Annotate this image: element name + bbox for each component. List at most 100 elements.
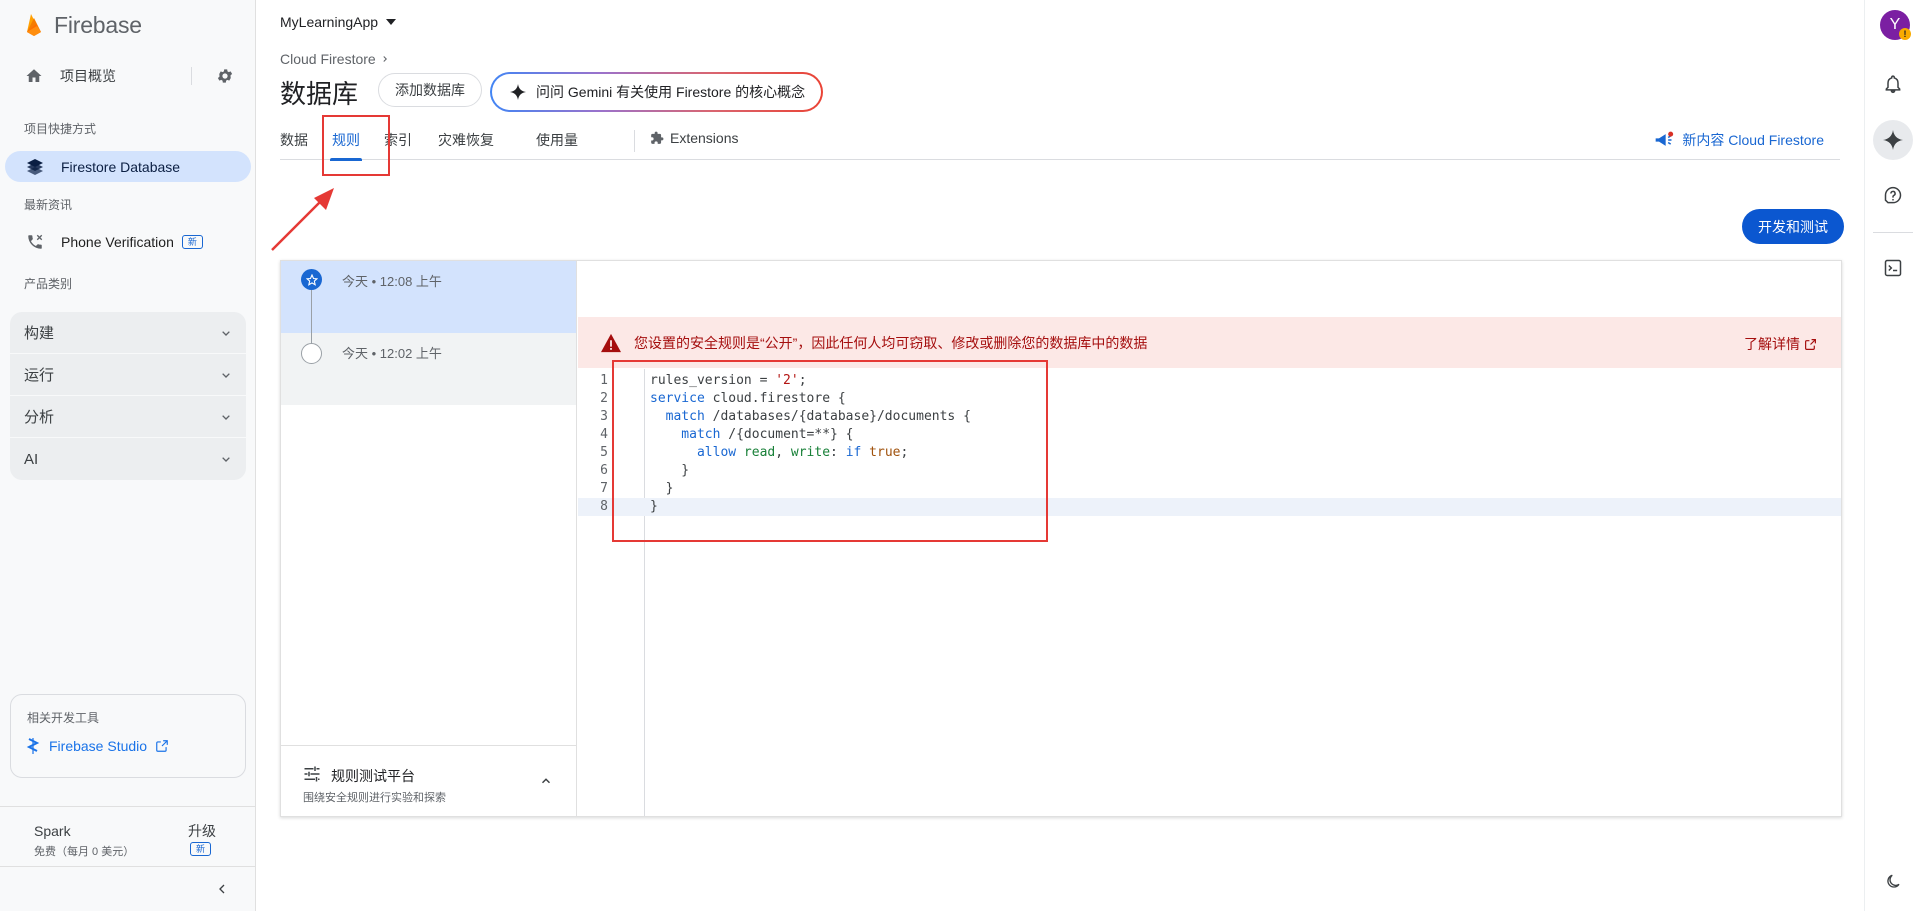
categories-section-label: 产品类别 <box>24 277 73 291</box>
gemini-sparkle-icon <box>1883 130 1903 150</box>
chevron-up-icon[interactable] <box>539 774 553 788</box>
category-label: 构建 <box>24 325 55 342</box>
category-analytics[interactable]: 分析 <box>10 396 246 438</box>
category-label: 分析 <box>24 409 55 426</box>
divider <box>191 67 192 85</box>
shortcuts-section-label: 项目快捷方式 <box>24 122 97 136</box>
category-build[interactable]: 构建 <box>10 312 246 354</box>
extensions-label: Extensions <box>670 130 739 146</box>
firestore-icon <box>25 157 45 177</box>
sidebar-item-label: Phone Verification <box>61 233 174 250</box>
plan-name: Spark <box>34 823 71 839</box>
dev-tools-card: 相关开发工具 Firebase Studio <box>10 694 246 778</box>
caret-down-icon <box>386 19 397 25</box>
extensions-icon <box>651 131 664 144</box>
code-annotation-box <box>612 360 1048 542</box>
playground-subtitle: 围绕安全规则进行实验和探索 <box>303 792 446 804</box>
line-number: 4 <box>600 427 608 442</box>
open-in-new-icon <box>156 740 168 752</box>
sidebar-item-phone-verification[interactable]: Phone Verification 新 <box>5 226 251 257</box>
terminal-icon[interactable] <box>1881 256 1905 280</box>
develop-and-test-button[interactable]: 开发和测试 <box>1742 209 1844 244</box>
brand-name: Firebase <box>54 11 142 38</box>
account-alert-badge: ! <box>1899 28 1911 40</box>
rules-playground[interactable]: 规则测试平台 围绕安全规则进行实验和探索 <box>281 745 576 816</box>
learn-more-link[interactable]: 了解详情 <box>1744 334 1817 354</box>
news-section-label: 最新资讯 <box>24 198 73 212</box>
playground-title: 规则测试平台 <box>331 768 415 784</box>
chevron-down-icon <box>222 415 230 420</box>
firebase-studio-icon <box>26 738 40 754</box>
megaphone-icon <box>1656 131 1674 146</box>
category-ai[interactable]: AI <box>10 438 246 480</box>
whats-new-link[interactable]: 新内容 Cloud Firestore <box>1654 130 1824 150</box>
project-overview-link[interactable]: 项目概览 <box>60 66 116 86</box>
project-name: MyLearningApp <box>280 14 379 30</box>
new-badge: 新 <box>181 234 203 249</box>
warning-icon <box>601 333 621 352</box>
gear-icon[interactable] <box>215 66 235 86</box>
history-version-current[interactable]: 今天 • 12:08 上午 <box>281 261 576 333</box>
breadcrumb-cloud-firestore: Cloud Firestore <box>280 51 376 67</box>
bell-icon[interactable] <box>1881 72 1905 96</box>
version-dot-icon <box>301 343 322 364</box>
project-overview-row: 项目概览 <box>0 58 256 94</box>
whats-new-label: 新内容 Cloud Firestore <box>1682 132 1824 148</box>
tab-data[interactable]: 数据 <box>280 130 308 160</box>
billing-plan: Spark 免费（每月 0 美元） 升级 新 <box>0 806 256 866</box>
firebase-brand[interactable]: Firebase <box>24 10 142 40</box>
phone-icon <box>25 232 45 252</box>
version-timestamp: 今天 • 12:02 上午 <box>342 346 442 361</box>
project-selector[interactable]: MyLearningApp <box>280 14 397 30</box>
tab-extensions[interactable]: Extensions <box>650 130 738 146</box>
gemini-sparkle-icon <box>510 84 526 100</box>
gemini-panel-button[interactable] <box>1873 120 1913 160</box>
rules-panel: 今天 • 12:08 上午 今天 • 12:02 上午 规则测试平台 围绕安全规… <box>280 260 1842 817</box>
home-icon[interactable] <box>24 66 44 86</box>
chevron-right-icon <box>383 56 387 62</box>
chevron-down-icon <box>222 373 230 378</box>
tab-disaster-recovery[interactable]: 灾难恢复 <box>438 130 494 160</box>
line-number: 3 <box>600 409 608 424</box>
plan-description: 免费（每月 0 美元） <box>34 846 135 858</box>
category-run[interactable]: 运行 <box>10 354 246 396</box>
dark-mode-icon[interactable] <box>1881 870 1905 894</box>
upgrade-button[interactable]: 升级 <box>188 821 216 841</box>
page-title: 数据库 <box>280 79 359 109</box>
history-version-previous[interactable]: 今天 • 12:02 上午 <box>281 333 576 405</box>
version-timestamp: 今天 • 12:08 上午 <box>342 274 442 289</box>
left-sidebar: Firebase 项目概览 项目快捷方式 Firestore Database … <box>0 0 256 911</box>
rail-divider <box>1873 232 1913 233</box>
rules-tab-annotation-box <box>322 115 390 176</box>
ask-gemini-label: 问问 Gemini 有关使用 Firestore 的核心概念 <box>536 84 806 100</box>
warning-text: 您设置的安全规则是“公开”，因此任何人均可窃取、修改或删除您的数据库中的数据 <box>634 334 1148 351</box>
line-number: 2 <box>600 391 608 406</box>
help-icon[interactable] <box>1881 184 1905 208</box>
chevron-left-icon[interactable] <box>214 881 230 897</box>
line-number: 5 <box>600 445 608 460</box>
open-in-new-icon <box>1805 338 1816 350</box>
line-number: 7 <box>600 481 608 496</box>
sidebar-item-firestore-database[interactable]: Firestore Database <box>5 151 251 182</box>
ask-gemini-button[interactable]: 问问 Gemini 有关使用 Firestore 的核心概念 <box>490 72 823 112</box>
collapse-sidebar <box>0 866 256 911</box>
firebase-studio-link[interactable]: Firebase Studio <box>25 737 169 755</box>
line-number: 1 <box>600 373 608 388</box>
star-icon <box>301 269 322 290</box>
firebase-studio-label: Firebase Studio <box>49 738 148 754</box>
tab-usage[interactable]: 使用量 <box>536 130 578 160</box>
rules-history: 今天 • 12:08 上午 今天 • 12:02 上午 规则测试平台 围绕安全规… <box>281 261 577 816</box>
tab-bar: 数据 规则 索引 灾难恢复 使用量 Extensions 新内容 Cloud F… <box>280 130 1840 161</box>
tune-icon <box>304 766 320 782</box>
breadcrumb[interactable]: Cloud Firestore <box>280 51 390 67</box>
firebase-logo-icon <box>27 14 41 36</box>
sidebar-item-label: Firestore Database <box>61 158 181 175</box>
product-categories: 构建 运行 分析 AI <box>10 312 246 480</box>
add-database-button[interactable]: 添加数据库 <box>378 73 482 107</box>
new-badge: 新 <box>190 842 212 856</box>
line-number: 6 <box>600 463 608 478</box>
dev-tools-label: 相关开发工具 <box>27 711 100 725</box>
chevron-down-icon <box>222 457 230 462</box>
category-label: 运行 <box>24 367 55 384</box>
right-rail: Y ! <box>1864 0 1920 911</box>
